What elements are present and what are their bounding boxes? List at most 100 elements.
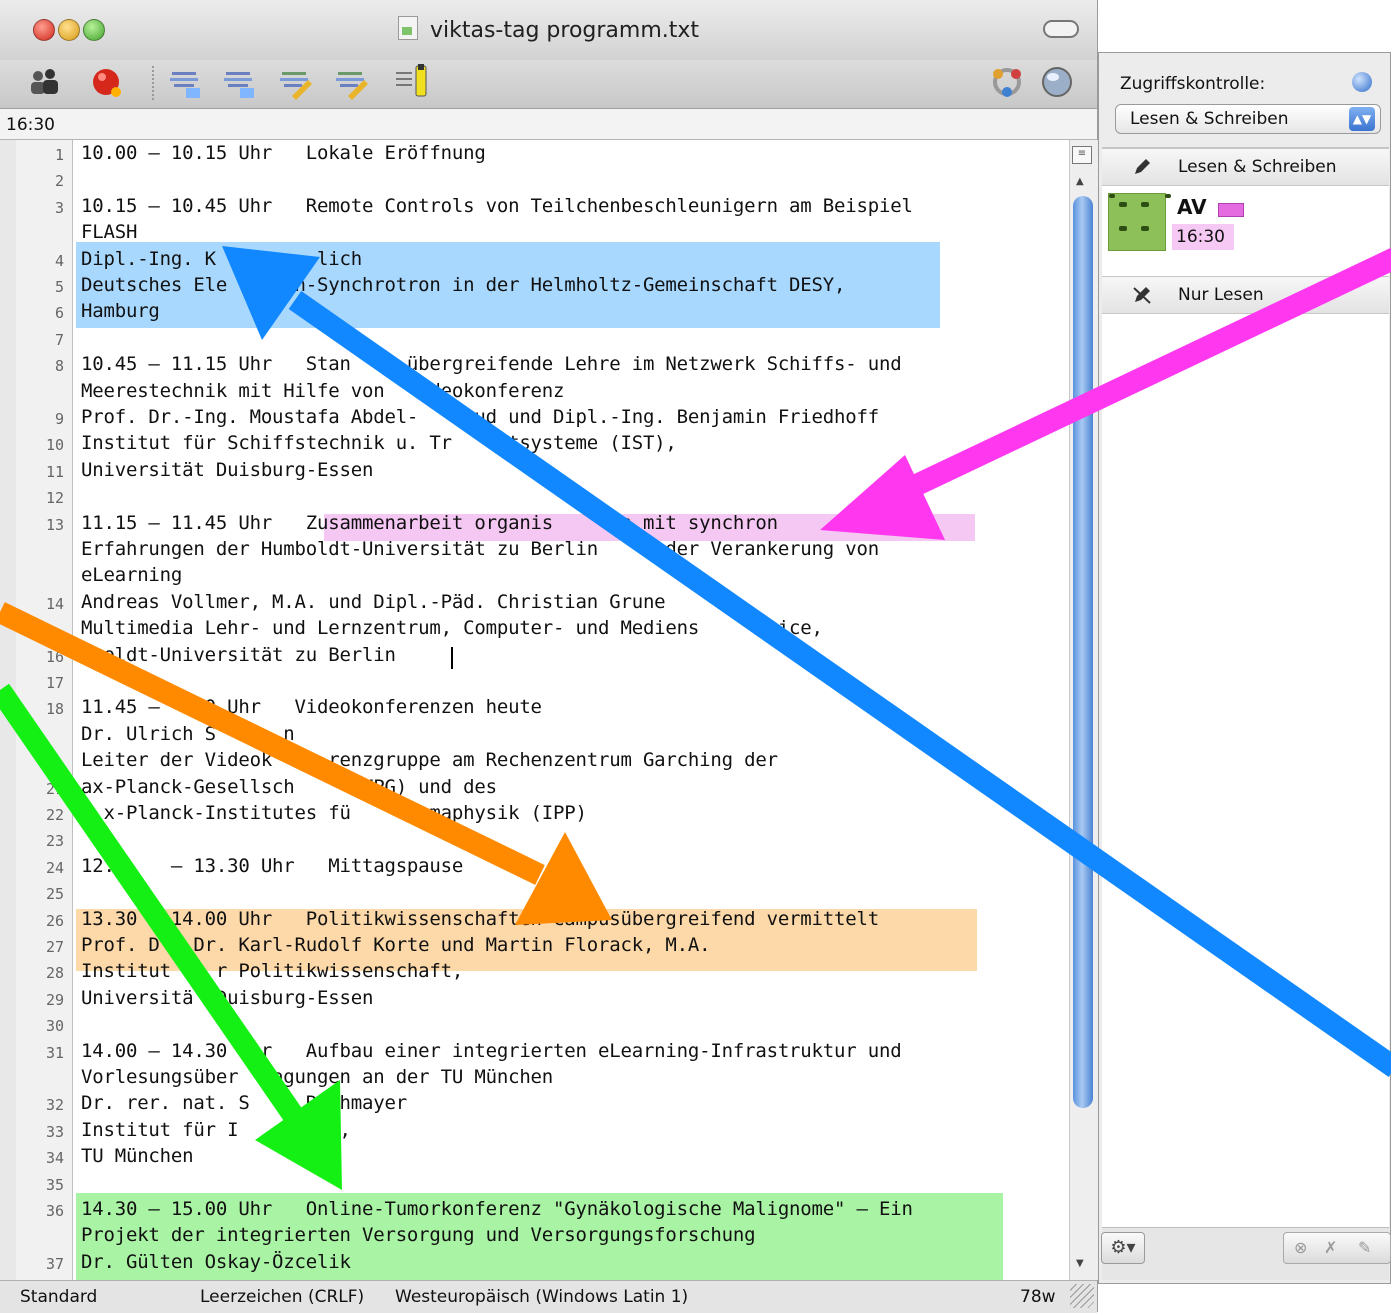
line-number: 9 xyxy=(54,410,64,428)
remove-participant-icon[interactable]: ⊗ xyxy=(1294,1238,1307,1257)
participant-color-swatch xyxy=(1218,203,1244,217)
toolbar xyxy=(0,60,1097,109)
line-number: 12 xyxy=(45,489,64,508)
text-file-icon xyxy=(397,16,418,40)
highlighter-icon[interactable] xyxy=(394,64,428,100)
doc-format-icon[interactable] xyxy=(168,64,202,100)
editor-line[interactable]: Hamburg xyxy=(81,300,160,322)
line-number: 37 xyxy=(45,1254,64,1273)
access-control-label: Zugriffskontrolle: xyxy=(1120,74,1266,94)
line-number: 13 xyxy=(45,515,64,534)
status-word-count: 78w xyxy=(1020,1287,1056,1307)
editor-line[interactable]: Erfahrungen der Humboldt-Universität zu … xyxy=(81,538,879,560)
status-encoding[interactable]: Westeuropäisch (Windows Latin 1) xyxy=(395,1287,688,1307)
status-mode[interactable]: Standard xyxy=(20,1287,97,1307)
editor-line[interactable]: 14.30 – 15.00 Uhr Online-Tumorkonferenz … xyxy=(81,1198,913,1220)
doc-edit-icon[interactable] xyxy=(278,64,312,100)
time-bar: 16:30 xyxy=(0,109,1097,140)
editor-line[interactable]: Leiter der Videok renzgruppe am Rechenze… xyxy=(81,749,778,771)
editor-line[interactable]: Dipl.-Ing. K lich xyxy=(81,248,362,270)
pencil-icon xyxy=(1135,159,1150,174)
line-number: 29 xyxy=(45,990,64,1009)
line-number: 26 xyxy=(45,911,64,930)
globe-icon[interactable] xyxy=(1040,64,1074,100)
scroll-up-arrow-icon[interactable]: ▲ xyxy=(1076,176,1084,187)
editor-line[interactable]: Andreas Vollmer, M.A. und Dipl.-Päd. Chr… xyxy=(81,591,666,613)
editor-line[interactable]: Vorlesungsüber agungen an der TU München xyxy=(81,1066,553,1088)
group-read-write-label: Lesen & Schreiben xyxy=(1178,157,1337,177)
access-select[interactable]: Lesen & Schreiben xyxy=(1115,104,1381,134)
access-select-value: Lesen & Schreiben xyxy=(1130,109,1289,129)
line-number: 14 xyxy=(45,594,64,613)
editor-line[interactable]: Multimedia Lehr- und Lernzentrum, Comput… xyxy=(81,617,823,639)
editor-line[interactable]: 12. – 13.30 Uhr Mittagspause xyxy=(81,855,463,877)
editor-line[interactable]: 11.45 – 0 Uhr Videokonferenzen heute xyxy=(81,696,542,718)
stop-icon[interactable] xyxy=(90,64,124,100)
line-number: 27 xyxy=(45,938,64,956)
editor-line[interactable]: 10.45 – 11.15 Uhr Stan übergreifende Leh… xyxy=(81,353,902,375)
time-display: 16:30 xyxy=(6,115,55,135)
line-number: 17 xyxy=(45,674,64,692)
editor-line[interactable]: Prof. D Dr. Karl-Rudolf Korte und Martin… xyxy=(81,934,711,956)
editor-line[interactable]: 10.00 – 10.15 Uhr Lokale Eröffnung xyxy=(81,142,486,164)
toolbar-separator xyxy=(152,66,156,100)
editor-line[interactable]: Universität Duisburg-Essen xyxy=(81,459,373,481)
editor-line[interactable]: Deutsches Ele n-Synchrotron in der Helmh… xyxy=(81,274,845,296)
line-number: 1 xyxy=(54,146,64,164)
editor-line[interactable]: eLearning xyxy=(81,564,182,586)
editor-line[interactable]: 14.00 – 14.30 hr Aufbau einer integriert… xyxy=(81,1040,902,1062)
group-read-only-label: Nur Lesen xyxy=(1178,285,1264,305)
line-number: 5 xyxy=(54,278,64,296)
line-number: 11 xyxy=(45,462,64,481)
split-view-icon[interactable]: ≡ xyxy=(1072,146,1092,164)
gear-icon[interactable]: ⚙▾ xyxy=(1101,1232,1145,1264)
editor-line[interactable]: ax-Planck-Gesellsch (MPG) und des xyxy=(81,776,497,798)
scroll-down-arrow-icon[interactable]: ▼ xyxy=(1076,1258,1084,1269)
status-line-ending[interactable]: Leerzeichen (CRLF) xyxy=(200,1287,364,1307)
grant-write-icon[interactable]: ✎ xyxy=(1358,1238,1371,1257)
window-title: viktas-tag programm.txt xyxy=(0,16,1097,43)
text-cursor xyxy=(451,647,453,669)
editor-line[interactable]: TU München xyxy=(81,1145,194,1167)
editor-line[interactable]: Institut für I ik, xyxy=(81,1119,351,1141)
resize-grip-icon[interactable] xyxy=(1070,1284,1094,1308)
doc-edit-2-icon[interactable] xyxy=(334,64,368,100)
line-number: 23 xyxy=(45,832,64,851)
participants-icon[interactable] xyxy=(28,64,62,100)
participant-avatar xyxy=(1108,193,1171,251)
editor-line[interactable]: 11.15 – 11.45 Uhr Zusammenarbeit organis… xyxy=(81,512,890,534)
line-number: 31 xyxy=(45,1043,64,1062)
editor-line[interactable]: 10.15 – 10.45 Uhr Remote Controls von Te… xyxy=(81,195,913,217)
editor-line[interactable]: Dr. Gülten Oskay-Özcelik xyxy=(81,1251,351,1273)
editor-line[interactable]: 13.30 14.00 Uhr Politikwissenschaften Ca… xyxy=(81,908,879,930)
line-number: 3 xyxy=(54,198,64,217)
scroll-thumb[interactable] xyxy=(1073,196,1093,1108)
line-number: 34 xyxy=(45,1149,64,1168)
line-number: 36 xyxy=(45,1202,64,1220)
group-read-write[interactable]: Lesen & Schreiben xyxy=(1102,148,1389,186)
line-number: 32 xyxy=(45,1096,64,1115)
editor-line[interactable]: FLASH xyxy=(81,221,137,243)
editor-line[interactable]: Dr. rer. nat. S Rathmayer xyxy=(81,1092,407,1114)
editor-line[interactable]: Projekt der integrierten Versorgung und … xyxy=(81,1224,756,1246)
window-title-text: viktas-tag programm.txt xyxy=(429,18,700,43)
line-number: 21 xyxy=(45,779,64,798)
group-read-only[interactable]: Nur Lesen xyxy=(1102,276,1389,314)
toolbar-toggle-button[interactable] xyxy=(1043,20,1079,38)
editor-line[interactable]: Universitä Duisburg-Essen xyxy=(81,987,373,1009)
share-icon[interactable] xyxy=(990,64,1024,100)
editor-line[interactable]: x-Planck-Institutes fü smaphysik (IPP) xyxy=(81,802,586,824)
line-number: 2 xyxy=(54,172,64,191)
editor-line[interactable]: Institut für Schiffstechnik u. Tr ortsys… xyxy=(81,432,677,454)
editor-line[interactable]: Dr. Ulrich S n xyxy=(81,723,295,745)
editor-line[interactable]: oldt-Universität zu Berlin xyxy=(81,644,395,666)
line-number: 25 xyxy=(45,885,64,904)
editor-line[interactable]: Institut r Politikwissenschaft, xyxy=(81,960,463,982)
editor-line[interactable]: Prof. Dr.-Ing. Moustafa Abdel- oud und D… xyxy=(81,406,879,428)
editor-line[interactable]: Meerestechnik mit Hilfe von deokonferenz xyxy=(81,380,564,402)
line-number: 30 xyxy=(45,1017,64,1036)
select-arrows-icon[interactable]: ▲▼ xyxy=(1349,107,1375,131)
line-number: 33 xyxy=(45,1122,64,1141)
doc-format-2-icon[interactable] xyxy=(222,64,256,100)
revoke-write-icon[interactable]: ✗ xyxy=(1324,1238,1337,1257)
